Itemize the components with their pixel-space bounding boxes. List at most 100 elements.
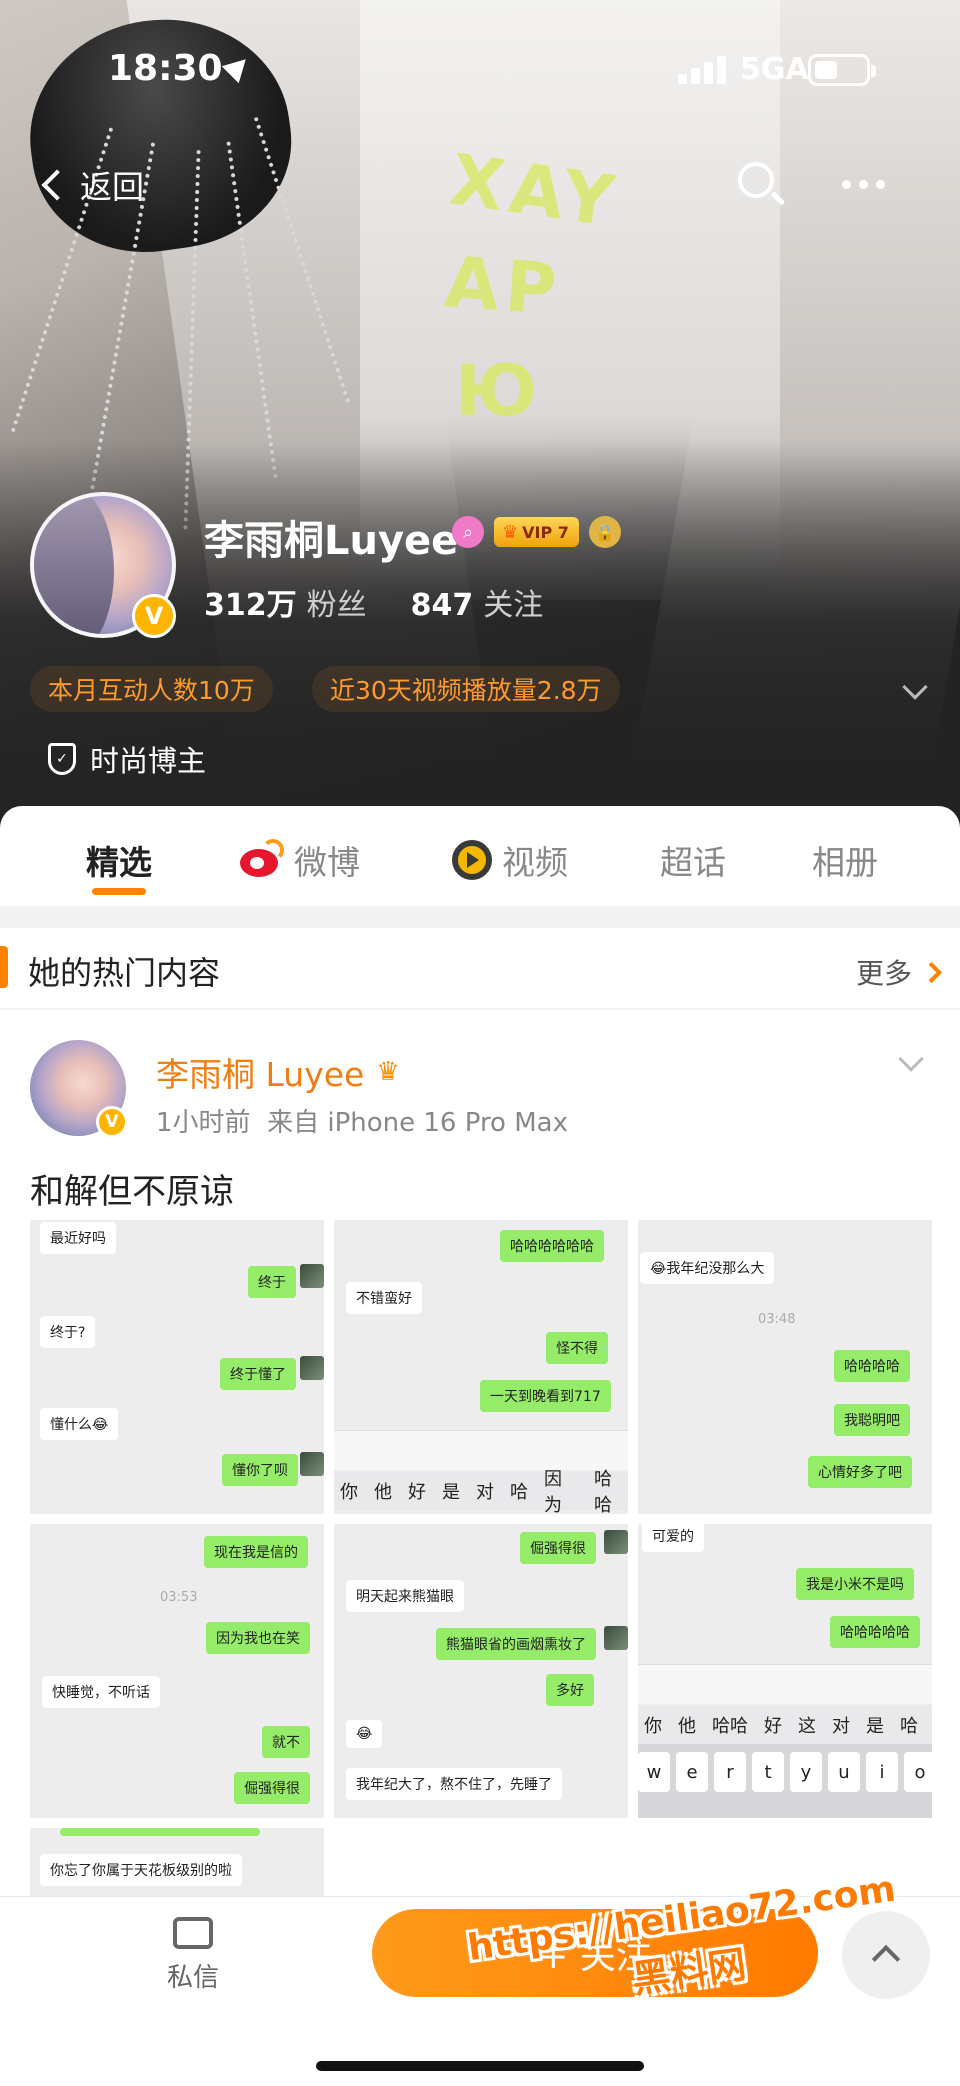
more-link[interactable]: 更多 [856,952,943,992]
status-time: 18:30 [108,48,223,89]
chat-bubble: 终于 [248,1266,296,1298]
search-icon[interactable] [738,162,786,208]
chat-bubble: 一天到晚看到717 [480,1380,611,1412]
post-image-5[interactable]: 倔强得很 明天起来熊猫眼 熊猫眼省的画烟熏妆了 多好 😂 我年纪大了，熬不住了，… [334,1524,628,1818]
chat-bubble: 可爱的 [642,1524,704,1552]
chat-bubble: 熊猫眼省的画烟熏妆了 [436,1628,596,1660]
following-label: 关注 [483,588,544,623]
chat-timestamp: 03:48 [758,1312,796,1327]
network-type: 5GA [740,52,809,87]
followers-count: 312万 [204,588,297,623]
post-image-4[interactable]: 现在我是信的 03:53 因为我也在笑 快睡觉，不听话 就不 倔强得很 [30,1524,324,1818]
tab-featured-label: 精选 [86,843,152,882]
tab-video-label: 视频 [502,843,568,882]
section-title: 她的热门内容 [28,954,221,992]
certification-row: ✓ 时尚博主 [48,738,206,780]
tab-weibo[interactable]: 微博 [240,836,360,884]
interaction-stat-pill[interactable]: 本月互动人数10万 [30,666,273,712]
fan-club-icon[interactable]: 🔒 [588,516,621,548]
profile-name: 李雨桐Luyee [204,518,459,564]
more-label: 更多 [856,957,913,990]
chat-bubble: 哈哈哈哈 [834,1350,910,1382]
location-arrow-icon [221,50,255,84]
certification-label: 时尚博主 [90,744,207,778]
post-author-label: 李雨桐 Luyee [156,1055,365,1094]
battery-icon [808,54,876,86]
profile-page: { "status_bar": { "time": "18:30", "netw… [0,0,960,2086]
tab-super-topic[interactable]: 超话 [660,836,726,884]
chat-bubble: 倔强得很 [520,1532,596,1564]
chevron-left-icon [41,169,73,201]
tab-weibo-label: 微博 [294,843,360,882]
chat-bubble: 倔强得很 [234,1772,310,1804]
message-bubble-icon [173,1917,213,1949]
vip-label: VIP 7 [522,522,569,542]
name-badges: ⌕ ♛ VIP 7 🔒 [452,516,621,548]
chat-bubble: 我是小米不是吗 [796,1568,914,1600]
back-label: 返回 [80,168,145,206]
followers-label: 粉丝 [306,588,367,623]
post-time: 1小时前 [156,1108,251,1138]
signal-icon [678,56,726,84]
home-indicator [316,2061,644,2071]
post-meta: 1小时前 来自 iPhone 16 Pro Max [156,1102,568,1139]
following-stat[interactable]: 847 关注 [411,580,544,624]
profile-stats: 312万 粉丝 847 关注 [204,580,543,624]
chat-bubble: 懂你了呗 [222,1454,298,1486]
chat-bubble: 我聪明吧 [834,1404,910,1436]
post-image-1[interactable]: 最近好吗 终于 终于? 终于懂了 懂什么😂 懂你了呗 [30,1220,324,1514]
following-count: 847 [410,588,474,623]
chat-bubble: 明天起来熊猫眼 [346,1580,464,1612]
tab-album-label: 相册 [812,843,878,882]
tab-video[interactable]: 视频 [452,836,568,884]
search-badge-icon[interactable]: ⌕ [452,516,484,548]
ime-candidates: 你他哈哈好这对是哈 [638,1706,932,1744]
direct-message-label: 私信 [166,1963,219,1993]
tab-super-topic-label: 超话 [660,843,726,882]
ime-candidates: 你他好是对哈因为 哈哈 [334,1469,628,1514]
followers-stat[interactable]: 312万 粉丝 [204,580,367,624]
chat-input [334,1430,628,1470]
post-author-name[interactable]: 李雨桐 Luyee ♛ [156,1048,400,1096]
chat-bubble: 就不 [262,1726,310,1758]
chat-bubble: 因为我也在笑 [206,1622,310,1654]
status-bar: 18:30 5GA [0,0,960,130]
chat-bubble: 不错蛮好 [346,1282,422,1314]
keyboard: wertyuio [638,1744,932,1818]
chat-bubble: 心情好多了吧 [808,1456,912,1488]
chat-bubble: 最近好吗 [40,1222,116,1254]
tab-featured[interactable]: 精选 [86,836,152,884]
tab-album[interactable]: 相册 [812,836,878,884]
chat-bubble: 😂 [346,1720,383,1748]
chat-bubble: 你忘了你属于天花板级别的啦 [40,1854,242,1886]
more-options-icon[interactable] [842,180,885,189]
post-text: 和解但不原谅 [30,1172,234,1212]
chat-bubble: 哈哈哈哈哈哈 [500,1230,604,1262]
shirt-print-line-2: AP [442,241,566,331]
chat-bubble: 终于懂了 [220,1358,296,1390]
chat-input [638,1664,932,1704]
vip-badge[interactable]: ♛ VIP 7 [494,517,579,547]
chat-bubble: 现在我是信的 [204,1536,308,1568]
post-image-6[interactable]: 可爱的 我是小米不是吗 哈哈哈哈哈 你他哈哈好这对是哈 wertyuio [638,1524,932,1818]
chevron-right-icon [920,961,943,983]
chat-bubble: 😂我年纪没那么大 [640,1252,775,1284]
chat-bubble: 我年纪大了，熬不住了，先睡了 [346,1768,562,1800]
crown-icon: ♛ [502,521,519,543]
back-button[interactable]: 返回 [41,162,145,208]
post-image-3[interactable]: 😂我年纪没那么大 03:48 哈哈哈哈 我聪明吧 心情好多了吧 [638,1220,932,1514]
crown-icon: ♛ [376,1057,400,1087]
hot-content-header: 她的热门内容 更多 [0,928,960,1008]
chat-bubble: 哈哈哈哈哈 [830,1616,920,1648]
video-views-stat-pill[interactable]: 近30天视频播放量2.8万 [312,666,620,712]
post-source: 来自 iPhone 16 Pro Max [267,1108,568,1138]
chat-bubble: 懂什么😂 [40,1408,119,1440]
post-options-chevron-icon[interactable] [898,1046,924,1072]
verified-badge-icon: V [96,1106,128,1138]
verified-badge-icon: V [132,594,176,638]
chat-timestamp: 03:53 [160,1590,198,1605]
chat-bubble: 快睡觉，不听话 [42,1676,160,1708]
shirt-print-line-3: Ю [455,350,544,432]
direct-message-button[interactable]: 私信 [158,1917,228,1994]
post-image-2[interactable]: 哈哈哈哈哈哈 不错蛮好 怪不得 一天到晚看到717 你他好是对哈因为 哈哈 [334,1220,628,1514]
